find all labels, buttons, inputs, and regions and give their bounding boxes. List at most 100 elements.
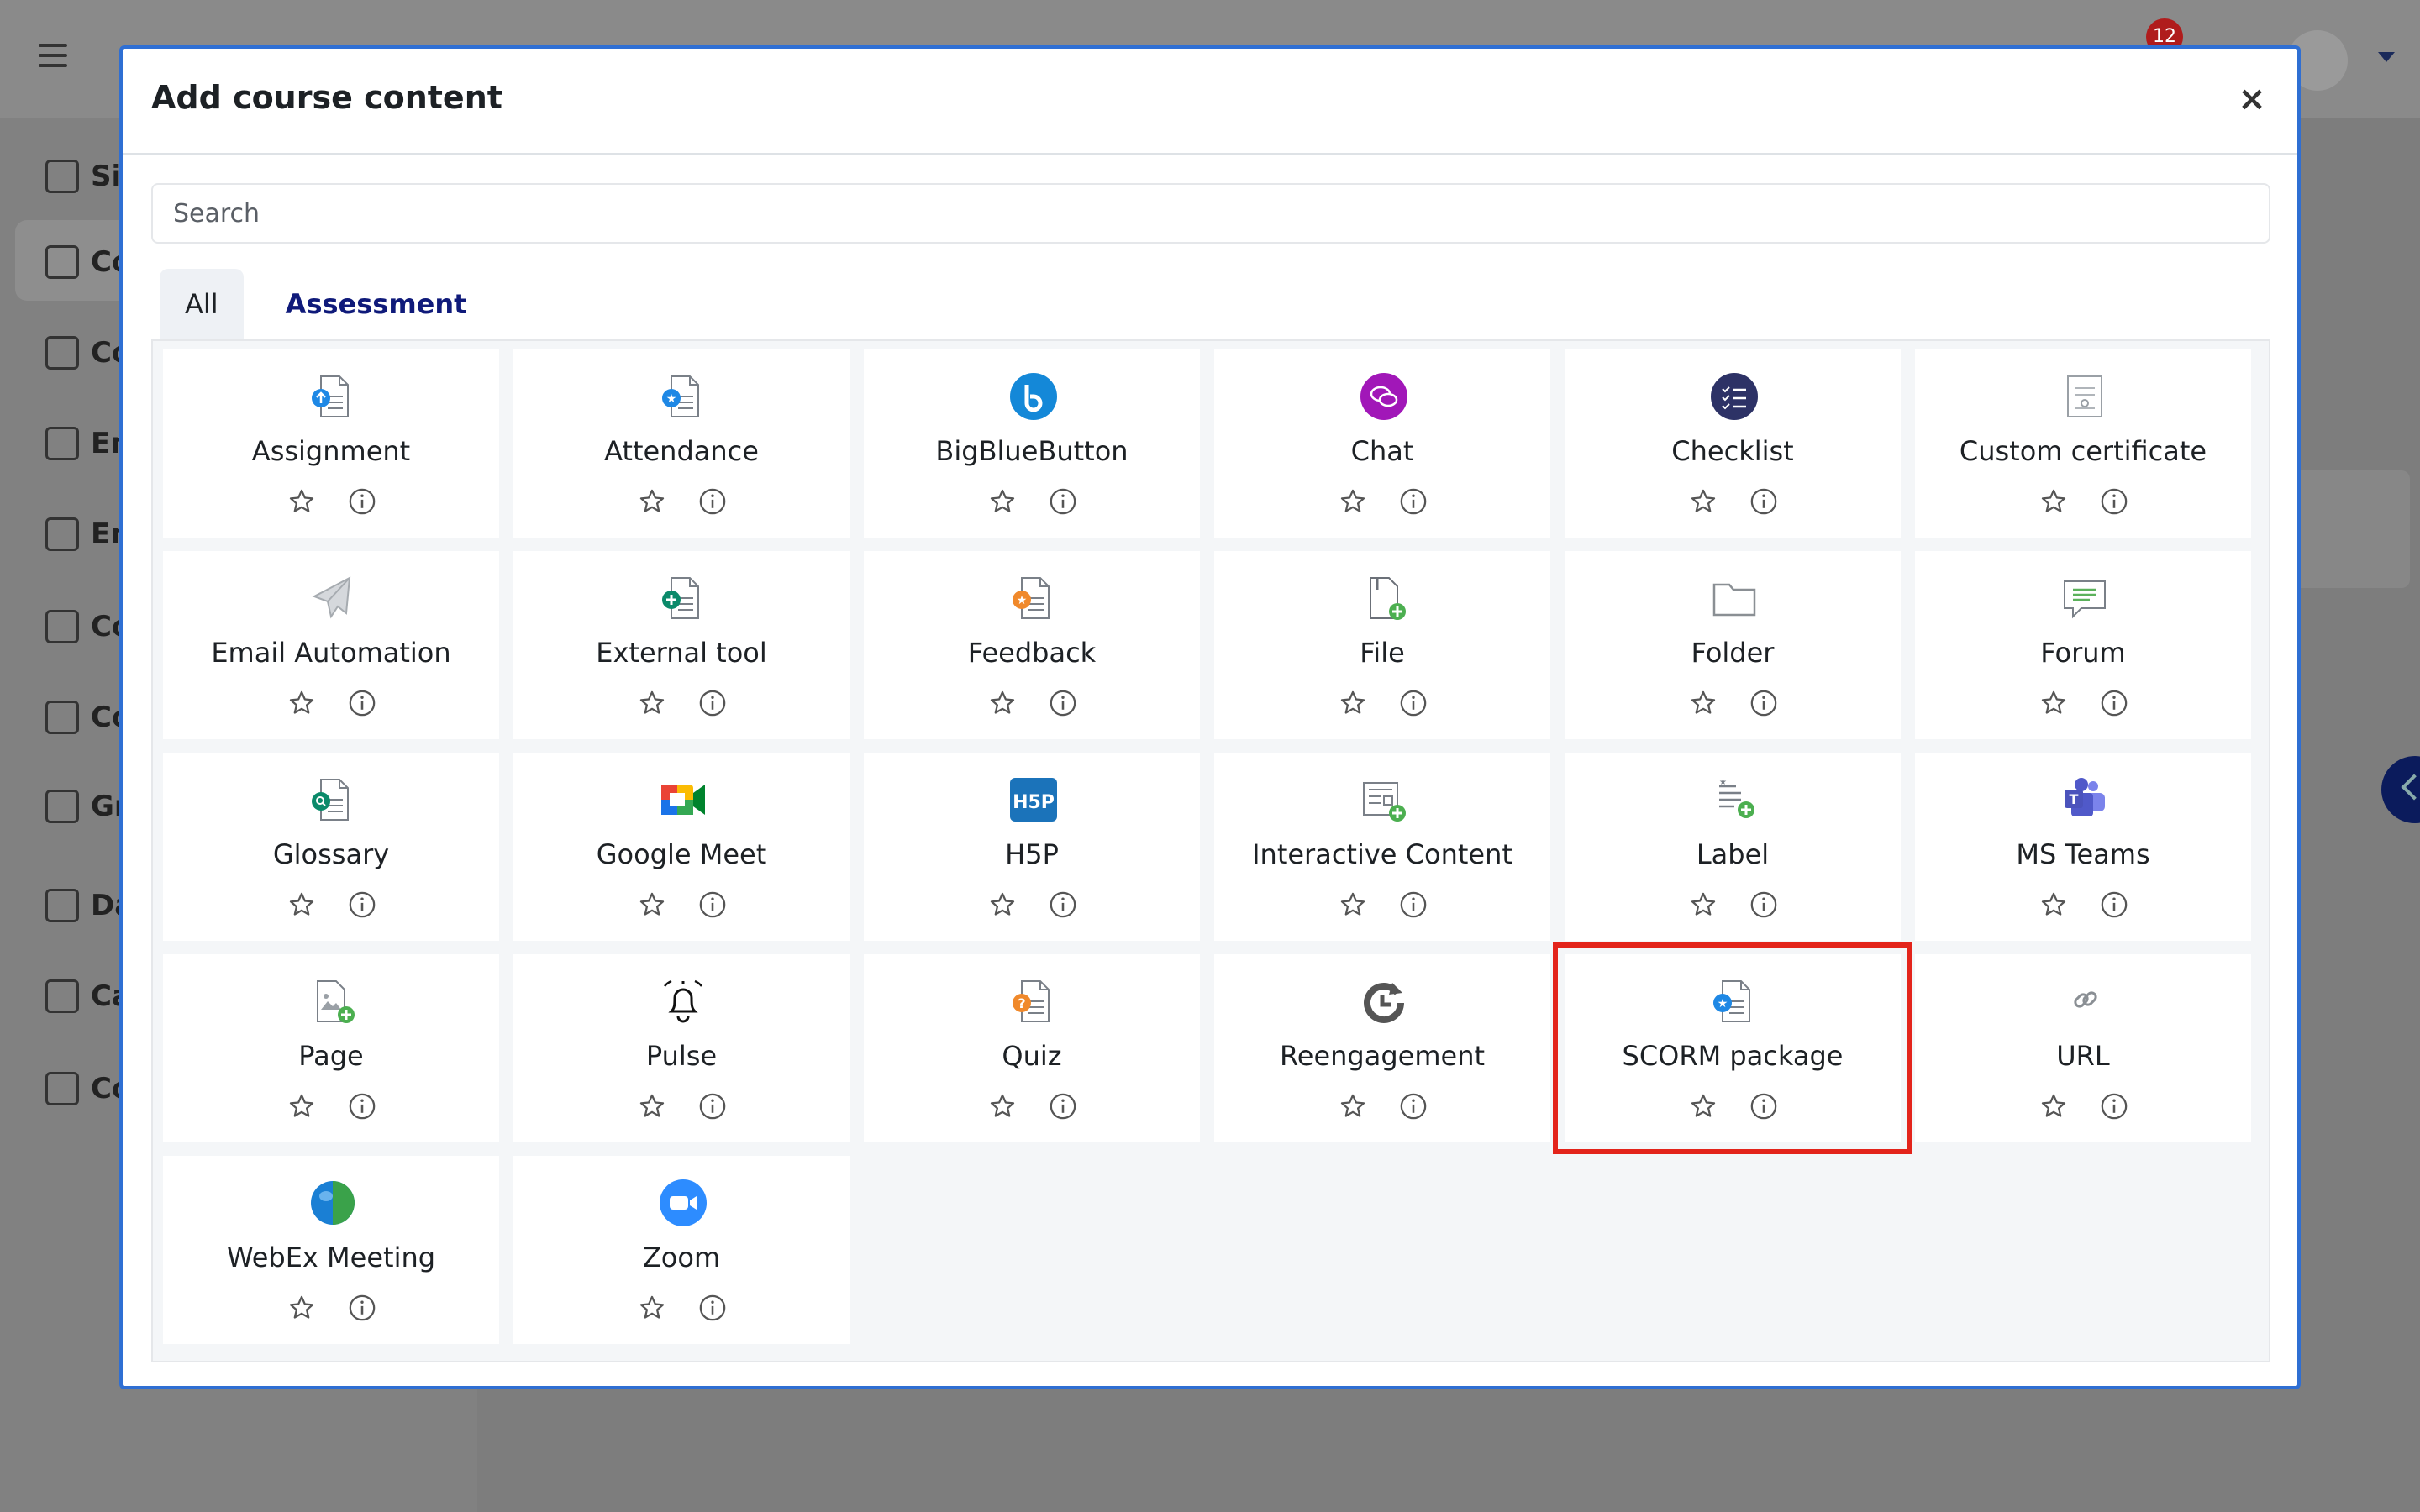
info-icon[interactable] [698, 1294, 727, 1322]
info-icon[interactable] [1749, 689, 1778, 717]
module-card-checklist[interactable]: Checklist [1565, 349, 1901, 538]
info-icon[interactable] [1049, 1092, 1077, 1121]
star-icon[interactable] [287, 1092, 316, 1121]
star-icon[interactable] [287, 890, 316, 919]
module-card-label[interactable]: ★ Label [1565, 753, 1901, 941]
star-icon[interactable] [1689, 689, 1718, 717]
module-card-quiz[interactable]: ? Quiz [864, 954, 1200, 1142]
module-label: Zoom [642, 1242, 721, 1273]
link-icon [2060, 976, 2110, 1026]
star-icon[interactable] [988, 487, 1017, 516]
attendance-icon: ★ [658, 371, 708, 422]
star-icon[interactable] [988, 890, 1017, 919]
tab-assessment[interactable]: Assessment [260, 269, 492, 339]
page-icon [308, 976, 358, 1026]
module-label: File [1360, 637, 1405, 669]
sidebar-item[interactable]: En [45, 418, 130, 469]
module-card-email-automation[interactable]: Email Automation [163, 551, 499, 739]
module-card-reengagement[interactable]: Reengagement [1214, 954, 1550, 1142]
tab-all[interactable]: All [160, 269, 244, 339]
info-icon[interactable] [2100, 487, 2128, 516]
info-icon[interactable] [1049, 890, 1077, 919]
info-icon[interactable] [1399, 487, 1428, 516]
info-icon[interactable] [1749, 1092, 1778, 1121]
module-card-google-meet[interactable]: Google Meet [513, 753, 850, 941]
info-icon[interactable] [348, 487, 376, 516]
menu-icon[interactable] [39, 44, 67, 67]
module-card-assignment[interactable]: Assignment [163, 349, 499, 538]
star-icon[interactable] [2039, 1092, 2068, 1121]
star-icon[interactable] [988, 689, 1017, 717]
module-card-scorm-package[interactable]: ★ SCORM package [1553, 942, 1912, 1154]
module-card-folder[interactable]: Folder [1565, 551, 1901, 739]
module-card-ms-teams[interactable]: T MS Teams [1915, 753, 2251, 941]
module-card-h5p[interactable]: H5P H5P [864, 753, 1200, 941]
info-icon[interactable] [1049, 689, 1077, 717]
info-icon[interactable] [698, 890, 727, 919]
star-icon[interactable] [638, 890, 666, 919]
drawer-toggle-button[interactable] [2381, 756, 2420, 823]
info-icon[interactable] [698, 689, 727, 717]
info-icon[interactable] [1399, 1092, 1428, 1121]
sidebar-item[interactable]: Co [45, 692, 131, 743]
module-card-forum[interactable]: Forum [1915, 551, 2251, 739]
info-icon[interactable] [348, 689, 376, 717]
info-icon[interactable] [1399, 689, 1428, 717]
star-icon[interactable] [1689, 1092, 1718, 1121]
module-card-url[interactable]: URL [1915, 954, 2251, 1142]
sidebar-item[interactable]: En [45, 509, 130, 559]
module-card-interactive-content[interactable]: Interactive Content [1214, 753, 1550, 941]
module-card-chat[interactable]: Chat [1214, 349, 1550, 538]
star-icon[interactable] [1339, 689, 1367, 717]
module-card-feedback[interactable]: ★ Feedback [864, 551, 1200, 739]
star-icon[interactable] [638, 689, 666, 717]
info-icon[interactable] [2100, 1092, 2128, 1121]
star-icon[interactable] [1339, 487, 1367, 516]
star-icon[interactable] [1689, 487, 1718, 516]
module-card-bigbluebutton[interactable]: BigBlueButton [864, 349, 1200, 538]
star-icon[interactable] [638, 1294, 666, 1322]
star-icon[interactable] [988, 1092, 1017, 1121]
info-icon[interactable] [698, 487, 727, 516]
sidebar-item[interactable]: Co [45, 328, 131, 378]
close-button[interactable]: × [2232, 79, 2272, 119]
sidebar-item[interactable]: Co [45, 601, 131, 652]
info-icon[interactable] [1749, 487, 1778, 516]
star-icon[interactable] [1339, 890, 1367, 919]
search-input[interactable] [151, 183, 2270, 244]
chevron-down-icon[interactable] [2378, 52, 2395, 62]
module-card-custom-certificate[interactable]: Custom certificate [1915, 349, 2251, 538]
sidebar-item[interactable]: Co [45, 1063, 131, 1114]
module-card-pulse[interactable]: Pulse [513, 954, 850, 1142]
module-card-zoom[interactable]: Zoom [513, 1156, 850, 1344]
module-card-file[interactable]: File [1214, 551, 1550, 739]
info-icon[interactable] [1049, 487, 1077, 516]
star-icon[interactable] [638, 487, 666, 516]
star-icon[interactable] [638, 1092, 666, 1121]
star-icon[interactable] [2039, 890, 2068, 919]
info-icon[interactable] [2100, 689, 2128, 717]
star-icon[interactable] [1689, 890, 1718, 919]
info-icon[interactable] [348, 1092, 376, 1121]
star-icon[interactable] [2039, 487, 2068, 516]
info-icon[interactable] [1399, 890, 1428, 919]
star-icon[interactable] [1339, 1092, 1367, 1121]
module-card-webex-meeting[interactable]: WebEx Meeting [163, 1156, 499, 1344]
sidebar-item[interactable]: Gr [45, 781, 129, 832]
star-icon[interactable] [287, 487, 316, 516]
info-icon[interactable] [348, 1294, 376, 1322]
info-icon[interactable] [1749, 890, 1778, 919]
module-card-external-tool[interactable]: External tool [513, 551, 850, 739]
info-icon[interactable] [348, 890, 376, 919]
module-card-attendance[interactable]: ★ Attendance [513, 349, 850, 538]
star-icon[interactable] [287, 1294, 316, 1322]
sidebar-item[interactable]: Ca [45, 971, 131, 1021]
sidebar-item[interactable]: Co [45, 237, 131, 287]
star-icon[interactable] [287, 689, 316, 717]
module-grid-container: Assignment ★ Attendance BigBlueButton Chat Ch… [151, 339, 2270, 1362]
star-icon[interactable] [2039, 689, 2068, 717]
info-icon[interactable] [698, 1092, 727, 1121]
info-icon[interactable] [2100, 890, 2128, 919]
module-card-page[interactable]: Page [163, 954, 499, 1142]
module-card-glossary[interactable]: Glossary [163, 753, 499, 941]
